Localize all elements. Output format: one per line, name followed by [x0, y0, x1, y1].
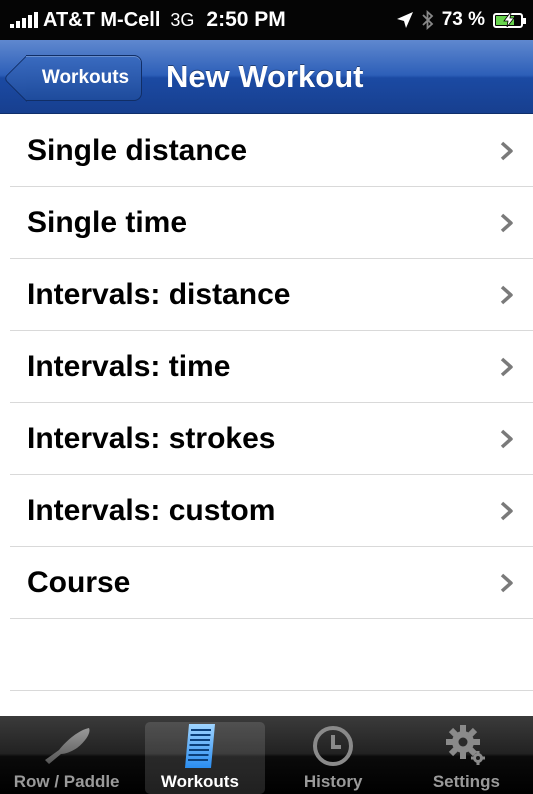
tab-history[interactable]: History: [267, 716, 400, 794]
list-item-intervals-distance[interactable]: Intervals: distance: [10, 259, 533, 331]
tab-settings[interactable]: Settings: [400, 716, 533, 794]
status-bar: AT&T M-Cell 3G 2:50 PM 73 %: [0, 0, 533, 40]
tab-label: Workouts: [160, 772, 239, 791]
back-button[interactable]: Workouts: [26, 55, 142, 101]
tab-label: Row / Paddle: [13, 772, 120, 791]
workout-type-list: Single distance Single time Intervals: d…: [10, 115, 533, 691]
chevron-right-icon: [500, 573, 513, 592]
carrier-name: AT&T M-Cell: [43, 8, 161, 31]
chevron-right-icon: [500, 429, 513, 448]
bluetooth-icon: [422, 10, 433, 30]
gear-icon: [446, 725, 486, 765]
back-button-label: Workouts: [41, 67, 130, 88]
list-item-intervals-time[interactable]: Intervals: time: [10, 331, 533, 403]
list-item-intervals-custom[interactable]: Intervals: custom: [10, 475, 533, 547]
battery-icon: [493, 12, 526, 28]
chevron-right-icon: [500, 501, 513, 520]
list-item-label: Intervals: distance: [27, 277, 291, 311]
network-type: 3G: [170, 9, 195, 30]
page-title: New Workout: [166, 59, 364, 94]
chevron-right-icon: [500, 285, 513, 304]
location-icon: [396, 12, 413, 28]
battery-percent: 73 %: [441, 9, 485, 30]
empty-list-row: [10, 619, 533, 691]
status-time: 2:50 PM: [206, 8, 286, 31]
list-item-label: Intervals: strokes: [27, 421, 276, 455]
list-item-single-time[interactable]: Single time: [10, 187, 533, 259]
chevron-right-icon: [500, 357, 513, 376]
oar-icon: [44, 728, 90, 764]
list-item-label: Single time: [27, 205, 188, 239]
clock-icon: [313, 726, 354, 766]
list-item-label: Intervals: custom: [27, 493, 276, 527]
list-item-course[interactable]: Course: [10, 547, 533, 619]
signal-strength-icon: [10, 12, 38, 28]
list-item-label: Single distance: [27, 133, 248, 167]
tab-row-paddle[interactable]: Row / Paddle: [0, 716, 133, 794]
list-item-label: Intervals: time: [27, 349, 231, 383]
chevron-right-icon: [500, 141, 513, 160]
list-item-single-distance[interactable]: Single distance: [10, 115, 533, 187]
navigation-bar: Workouts New Workout: [0, 40, 533, 114]
tab-label: History: [303, 772, 363, 791]
list-item-intervals-strokes[interactable]: Intervals: strokes: [10, 403, 533, 475]
tab-label: Settings: [432, 772, 500, 791]
tab-workouts[interactable]: Workouts: [133, 716, 266, 794]
list-item-label: Course: [27, 565, 131, 599]
workout-list-icon: [184, 724, 215, 768]
chevron-right-icon: [500, 213, 513, 232]
tab-bar: Row / Paddle Workouts History Settings: [0, 716, 533, 794]
